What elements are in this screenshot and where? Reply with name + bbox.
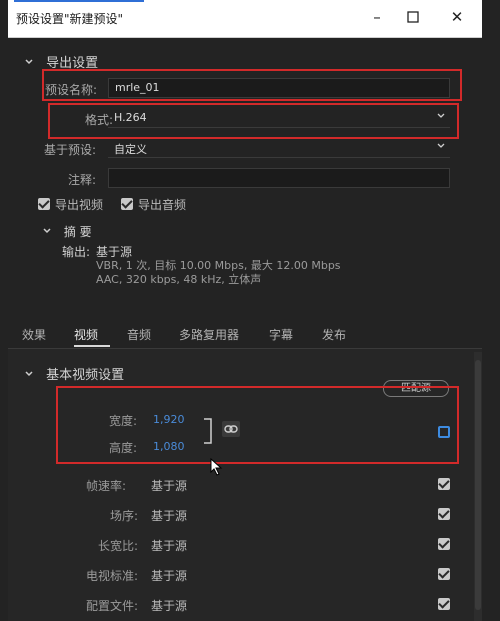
preset-settings-window: 预设设置"新建预设" – ✕ 导出设置 预设名称: mrle_01 格式: H.… (8, 0, 482, 621)
tab-audio[interactable]: 音频 (127, 326, 151, 343)
output-value: 基于源 (96, 245, 133, 259)
aspect-ratio-label: 长宽比: (98, 539, 139, 553)
tv-standard-checkbox[interactable] (438, 568, 450, 580)
tab-multiplexer[interactable]: 多路复用器 (179, 326, 239, 343)
dimensions-highlight (56, 386, 459, 464)
tab-effects[interactable]: 效果 (22, 326, 46, 343)
tab-video[interactable]: 视频 (74, 326, 98, 343)
frame-rate-checkbox[interactable] (438, 478, 450, 490)
close-icon[interactable]: ✕ (448, 8, 466, 26)
tv-standard-label: 电视标准: (86, 569, 139, 583)
active-tab-indicator (74, 345, 110, 347)
tab-publish[interactable]: 发布 (322, 326, 346, 343)
summary-title: 摘 要 (63, 225, 92, 239)
comment-label: 注释: (68, 173, 97, 187)
chevron-down-icon (25, 59, 33, 65)
window-title: 预设设置"新建预设" (16, 12, 124, 26)
tab-captions[interactable]: 字幕 (269, 326, 293, 343)
profile-checkbox[interactable] (438, 598, 450, 610)
basic-video-title: 基本视频设置 (46, 368, 125, 383)
field-order-label: 场序: (110, 509, 139, 523)
export-video-checkbox[interactable] (38, 198, 50, 210)
aspect-ratio-checkbox[interactable] (438, 538, 450, 550)
chevron-down-icon (25, 371, 33, 377)
comment-input[interactable] (108, 168, 450, 188)
preset-name-highlight (42, 69, 462, 101)
profile-value[interactable]: 基于源 (151, 597, 187, 614)
based-on-preset-label: 基于预设: (44, 143, 97, 157)
title-bar: 预设设置"新建预设" – ✕ (8, 0, 482, 38)
field-order-checkbox[interactable] (438, 508, 450, 520)
frame-rate-label: 帧速率: (86, 479, 127, 493)
chevron-down-icon (43, 228, 51, 234)
tv-standard-value[interactable]: 基于源 (151, 567, 187, 584)
based-on-preset-select[interactable]: 自定义 (108, 138, 450, 158)
profile-label: 配置文件: (86, 599, 139, 613)
frame-rate-value[interactable]: 基于源 (151, 477, 187, 494)
minimize-icon[interactable]: – (368, 8, 386, 26)
summary-header[interactable]: 摘 要 (42, 223, 92, 240)
export-audio-label: 导出音频 (138, 198, 187, 212)
maximize-icon[interactable] (404, 8, 422, 26)
summary-audio-line: AAC, 320 kbps, 48 kHz, 立体声 (96, 273, 262, 286)
summary-video-line: VBR, 1 次, 目标 10.00 Mbps, 最大 12.00 Mbps (96, 259, 341, 272)
output-label: 输出: (62, 245, 91, 259)
basic-video-header[interactable]: 基本视频设置 (24, 364, 124, 383)
aspect-ratio-value[interactable]: 基于源 (151, 537, 187, 554)
field-order-value[interactable]: 基于源 (151, 507, 187, 524)
export-video-label: 导出视频 (55, 198, 104, 212)
export-audio-checkbox[interactable] (121, 198, 133, 210)
chevron-down-icon (437, 143, 445, 148)
title-accent-line (14, 0, 144, 2)
format-highlight (48, 103, 459, 139)
mouse-cursor-icon (210, 458, 223, 476)
based-on-preset-value: 自定义 (114, 143, 147, 156)
scrollbar-thumb[interactable] (475, 360, 481, 610)
